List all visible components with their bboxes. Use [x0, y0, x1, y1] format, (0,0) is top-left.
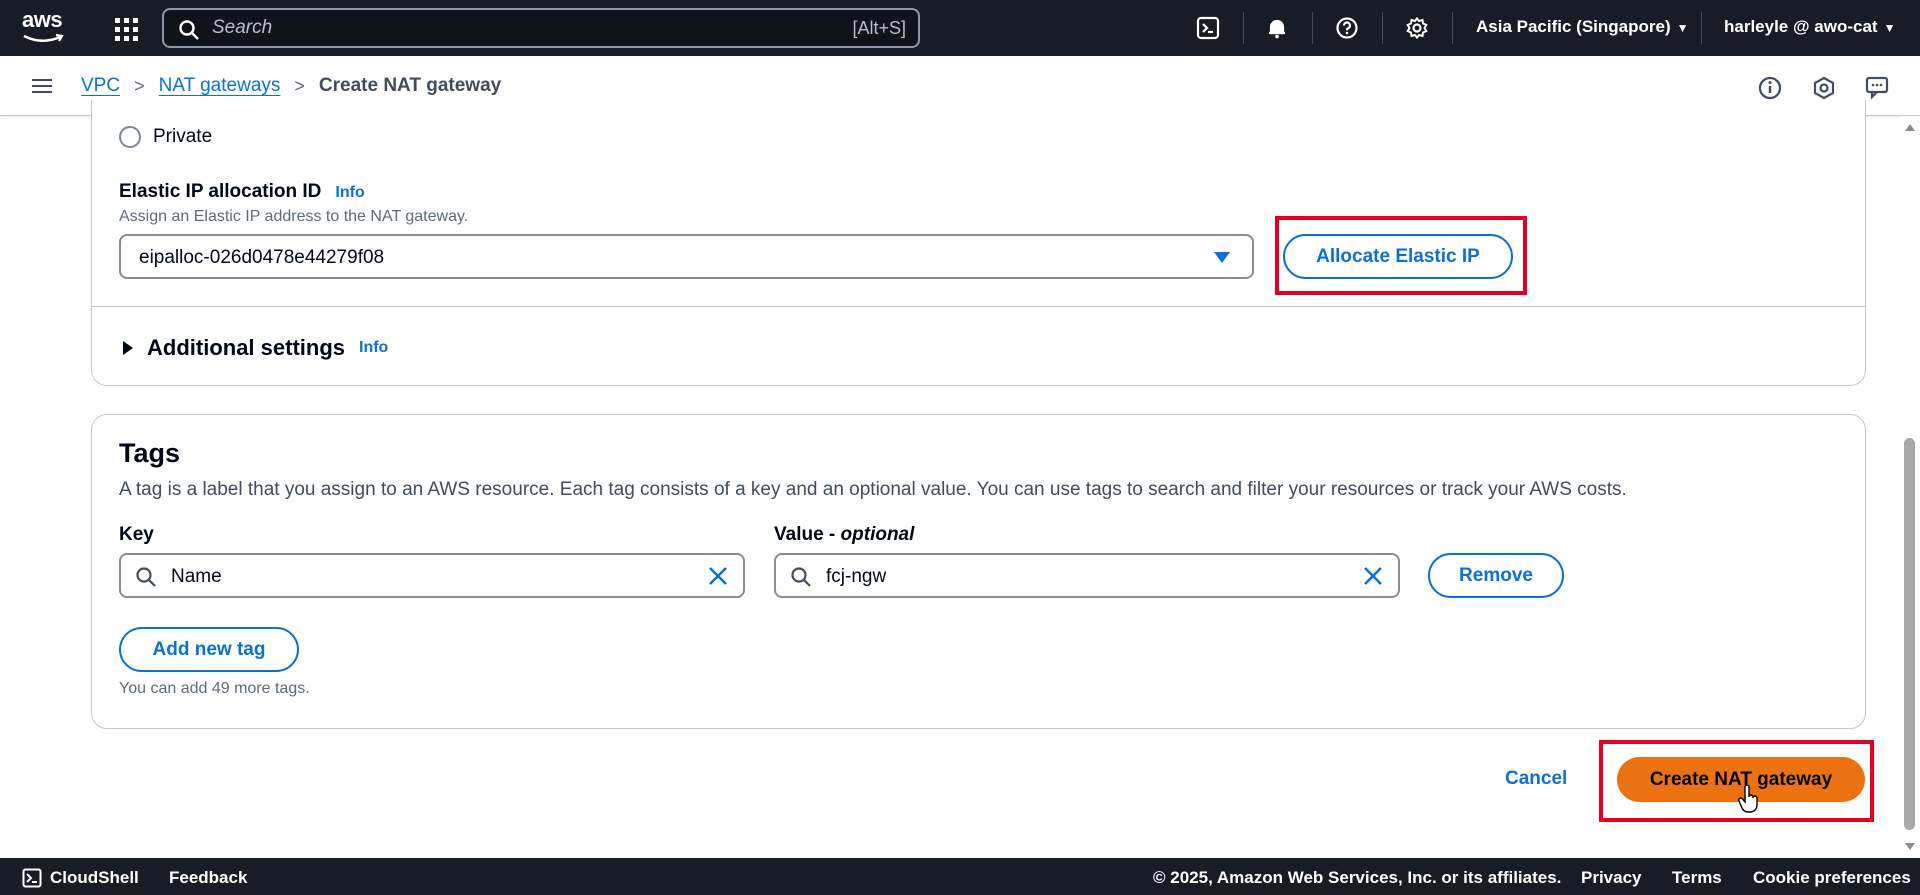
tag-value-label-text: Value -	[774, 524, 841, 545]
cloudshell-link[interactable]: CloudShell	[22, 868, 139, 888]
scroll-down-icon[interactable]	[1905, 843, 1915, 850]
additional-settings-expander[interactable]: Additional settings Info	[123, 335, 388, 361]
tag-value-value: fcj-ngw	[826, 566, 887, 587]
clear-icon[interactable]	[1362, 565, 1384, 587]
tags-title: Tags	[119, 438, 181, 468]
info-panel-icon[interactable]	[1757, 75, 1783, 101]
breadcrumb-current: Create NAT gateway	[318, 75, 502, 96]
breadcrumb: VPC > NAT gateways > Create NAT gateway	[81, 75, 501, 97]
privacy-link[interactable]: Privacy	[1581, 868, 1642, 888]
search-shortcut: [Alt+S]	[852, 18, 906, 38]
cookie-preferences-link[interactable]: Cookie preferences	[1753, 868, 1911, 888]
scroll-up-icon[interactable]	[1905, 124, 1915, 131]
aws-smile-icon	[23, 33, 64, 42]
expand-caret-icon	[123, 341, 133, 355]
tags-description: A tag is a label that you assign to an A…	[119, 479, 1627, 500]
hand-cursor-icon	[1738, 785, 1758, 813]
account-label: harleyle @ awo-cat	[1724, 17, 1878, 36]
search-icon	[179, 20, 199, 40]
cloudshell-icon	[22, 868, 42, 888]
copyright: © 2025, Amazon Web Services, Inc. or its…	[1153, 868, 1562, 887]
search-bar[interactable]: [Alt+S]	[162, 8, 920, 48]
breadcrumb-chevron-icon: >	[134, 75, 145, 96]
top-navigation: aws [Alt+S] Asia Pacific (Singapore) ▼ ha…	[0, 0, 1920, 56]
aws-logo[interactable]: aws	[22, 9, 70, 47]
settings-gear-icon[interactable]	[1403, 14, 1431, 42]
additional-settings-title: Additional settings	[147, 335, 345, 360]
tag-key-label: Key	[119, 524, 154, 545]
elastic-ip-label: Elastic IP allocation ID Info	[119, 181, 365, 203]
search-icon	[136, 567, 156, 587]
scroll-thumb[interactable]	[1904, 438, 1915, 830]
elastic-ip-select[interactable]: eipalloc-026d0478e44279f08	[119, 234, 1254, 279]
search-input[interactable]	[212, 16, 772, 40]
tags-hint: You can add 49 more tags.	[119, 680, 310, 697]
add-new-tag-button[interactable]: Add new tag	[119, 627, 299, 672]
tag-value-input[interactable]: fcj-ngw	[774, 553, 1400, 598]
radio-circle[interactable]	[119, 126, 141, 148]
additional-settings-info-link[interactable]: Info	[359, 339, 388, 357]
cloudshell-icon[interactable]	[1194, 14, 1222, 42]
insights-icon[interactable]	[1811, 75, 1837, 101]
elastic-ip-info-link[interactable]: Info	[335, 184, 364, 201]
aws-logo-text: aws	[22, 7, 63, 32]
page-scrollbar[interactable]	[1900, 116, 1920, 858]
radio-private-label: Private	[153, 126, 213, 147]
region-label: Asia Pacific (Singapore)	[1476, 17, 1671, 36]
help-icon[interactable]	[1333, 14, 1361, 42]
clear-icon[interactable]	[707, 565, 729, 587]
elastic-ip-description: Assign an Elastic IP address to the NAT …	[119, 208, 469, 225]
notifications-bell-icon[interactable]	[1263, 14, 1291, 42]
search-icon	[791, 567, 811, 587]
breadcrumb-nat-gateways[interactable]: NAT gateways	[159, 75, 281, 97]
dropdown-caret-icon	[1214, 252, 1230, 263]
remove-tag-button[interactable]: Remove	[1428, 553, 1564, 598]
feedback-link[interactable]: Feedback	[169, 868, 247, 888]
cancel-button[interactable]: Cancel	[1505, 768, 1567, 790]
tag-key-value: Name	[171, 566, 222, 587]
feedback-icon[interactable]	[1864, 75, 1890, 101]
tag-value-optional: optional	[840, 524, 915, 545]
services-grid-icon[interactable]	[113, 16, 138, 41]
elastic-ip-value: eipalloc-026d0478e44279f08	[139, 247, 385, 268]
region-selector[interactable]: Asia Pacific (Singapore) ▼	[1476, 17, 1689, 37]
region-caret-icon: ▼	[1676, 21, 1689, 35]
allocate-elastic-ip-button[interactable]: Allocate Elastic IP	[1283, 234, 1513, 279]
breadcrumb-chevron-icon: >	[294, 75, 305, 96]
elastic-ip-label-text: Elastic IP allocation ID	[119, 181, 322, 202]
tag-value-label: Value - optional	[774, 524, 914, 546]
cloudshell-label: CloudShell	[50, 868, 139, 887]
breadcrumb-vpc[interactable]: VPC	[81, 75, 120, 97]
divider	[92, 306, 1865, 307]
tag-key-input[interactable]: Name	[119, 553, 745, 598]
footer: CloudShell Feedback © 2025, Amazon Web S…	[0, 858, 1920, 895]
connectivity-private-radio[interactable]: Private	[119, 126, 212, 148]
account-caret-icon: ▼	[1883, 21, 1896, 35]
terms-link[interactable]: Terms	[1672, 868, 1722, 888]
account-menu[interactable]: harleyle @ awo-cat ▼	[1724, 17, 1895, 37]
menu-hamburger-icon[interactable]	[32, 75, 54, 95]
